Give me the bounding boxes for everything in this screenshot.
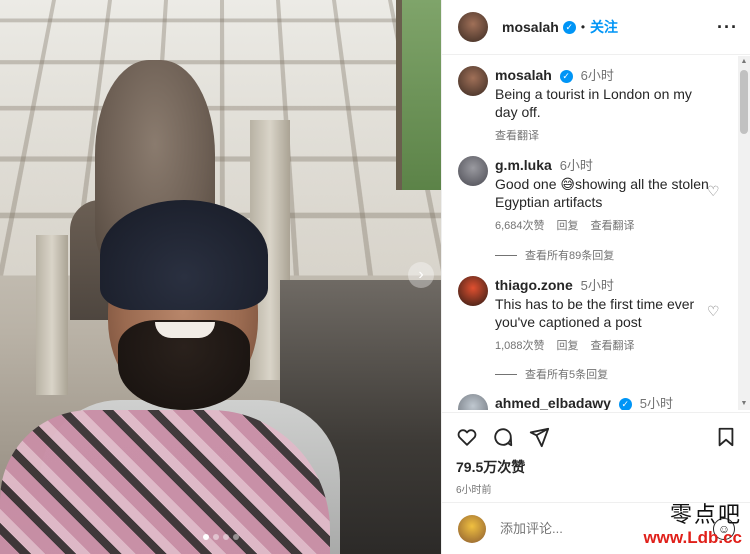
verified-icon: ✓	[562, 20, 576, 34]
heart-icon[interactable]: ♡	[707, 304, 721, 318]
comment-input[interactable]	[500, 521, 620, 536]
posted-time: 6小时前	[456, 485, 492, 496]
share-icon[interactable]	[528, 426, 550, 448]
scroll-up-icon[interactable]: ▲	[738, 56, 750, 68]
verified-icon: ✓	[618, 397, 632, 410]
carousel-dot[interactable]	[212, 534, 219, 540]
museum-window	[396, 0, 441, 190]
museum-column	[36, 235, 68, 395]
post-panel: mosalah ✓ • 关注 ··· mosalah ✓ 6小时 Being a…	[441, 0, 750, 554]
scroll-thumb[interactable]	[740, 70, 748, 134]
comment-time[interactable]: 5小时	[640, 396, 673, 410]
carousel-dots	[0, 534, 441, 540]
comment-text: This has to be the first time ever you'v…	[495, 296, 695, 330]
translate-link[interactable]: 查看翻译	[591, 217, 635, 233]
comment-username[interactable]: thiago.zone	[495, 277, 573, 293]
avatar[interactable]	[458, 66, 488, 96]
like-count[interactable]: 79.5万次赞	[456, 457, 737, 477]
more-options-icon[interactable]: ···	[717, 17, 738, 38]
caption-text: Being a tourist in London on my day off.	[495, 86, 692, 120]
smile	[155, 322, 215, 338]
carousel-dot[interactable]	[202, 534, 209, 540]
post-actions: 79.5万次赞 6小时前	[442, 412, 750, 496]
divider	[495, 373, 517, 375]
carousel-dot[interactable]	[232, 534, 239, 540]
comment-item: g.m.luka 6小时 Good one 😅showing all the s…	[458, 156, 718, 233]
avatar	[458, 514, 486, 543]
bookmark-icon[interactable]	[715, 426, 737, 448]
avatar[interactable]	[458, 12, 488, 42]
heart-icon[interactable]	[456, 426, 478, 448]
watermark-chinese: 零点吧	[669, 503, 742, 528]
post-header: mosalah ✓ • 关注 ···	[442, 0, 750, 55]
verified-icon: ✓	[559, 69, 573, 83]
caption-username[interactable]: mosalah	[495, 67, 552, 83]
translate-link[interactable]: 查看翻译	[591, 337, 635, 353]
scroll-down-icon[interactable]: ▼	[738, 398, 750, 410]
comment-username[interactable]: g.m.luka	[495, 157, 552, 173]
avatar[interactable]	[458, 156, 488, 186]
carousel-dot[interactable]	[222, 534, 229, 540]
comment-text: Good one 😅showing all the stolen Egyptia…	[495, 176, 709, 210]
reply-link[interactable]: 回复	[557, 337, 579, 353]
view-replies-link[interactable]: 查看所有5条回复	[495, 366, 608, 382]
reply-link[interactable]: 回复	[557, 217, 579, 233]
chevron-right-icon: ›	[418, 266, 424, 283]
comment-likes[interactable]: 1,088次赞	[495, 337, 545, 353]
heart-icon[interactable]: ♡	[707, 184, 721, 198]
caption-time[interactable]: 6小时	[581, 68, 614, 83]
comment-time[interactable]: 6小时	[560, 158, 593, 173]
watermark: 零点吧 www.Ldb.cc	[643, 503, 742, 547]
carousel-next-button[interactable]: ›	[408, 262, 434, 288]
avatar[interactable]	[458, 394, 488, 410]
view-replies-link[interactable]: 查看所有89条回复	[495, 247, 614, 263]
comment-username[interactable]: ahmed_elbadawy	[495, 395, 611, 410]
comment-likes[interactable]: 6,684次赞	[495, 217, 545, 233]
follow-button[interactable]: 关注	[590, 17, 618, 37]
comment-item: ahmed_elbadawy ✓ 5小时	[458, 394, 718, 410]
beanie	[100, 200, 268, 310]
watermark-url: www.Ldb.cc	[643, 528, 742, 547]
divider	[495, 254, 517, 256]
view-replies-label: 查看所有89条回复	[525, 250, 615, 262]
avatar[interactable]	[458, 276, 488, 306]
separator: •	[580, 20, 586, 34]
scrollbar[interactable]: ▲ ▼	[738, 56, 750, 410]
post-photo[interactable]: ›	[0, 0, 441, 554]
comment-item: thiago.zone 5小时 This has to be the first…	[458, 276, 718, 353]
comment-icon[interactable]	[492, 426, 514, 448]
translate-link[interactable]: 查看翻译	[495, 127, 539, 143]
comment-time[interactable]: 5小时	[581, 278, 614, 293]
view-replies-label: 查看所有5条回复	[525, 369, 609, 381]
post-username[interactable]: mosalah	[502, 19, 559, 35]
caption: mosalah ✓ 6小时 Being a tourist in London …	[458, 66, 718, 143]
comments-list[interactable]: mosalah ✓ 6小时 Being a tourist in London …	[442, 56, 750, 410]
